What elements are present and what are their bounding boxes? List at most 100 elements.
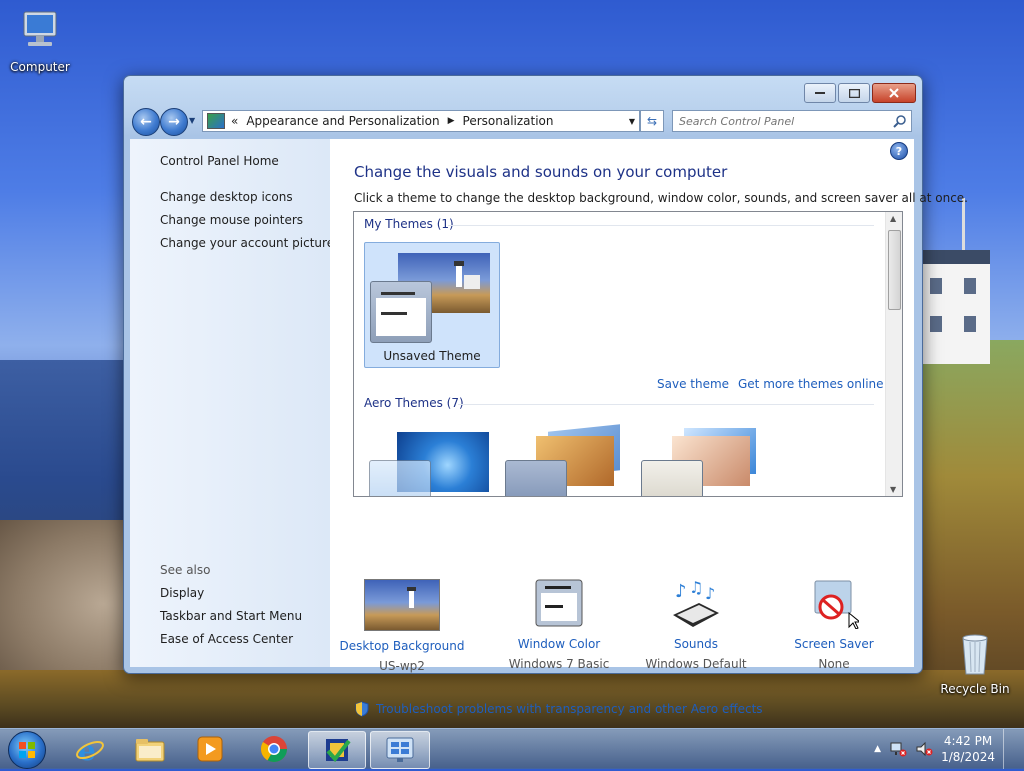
breadcrumb-separator-icon[interactable]: ▶ bbox=[448, 116, 455, 126]
svg-text:♫: ♫ bbox=[689, 579, 703, 597]
recycle-bin-icon bbox=[951, 630, 999, 678]
breadcrumb-overflow[interactable]: « bbox=[231, 114, 238, 128]
show-desktop-button[interactable] bbox=[1003, 729, 1016, 769]
taskbar: e ▲ 4:42 PM 1/8/2024 bbox=[0, 728, 1024, 769]
taskbar-checklist-app[interactable] bbox=[308, 731, 366, 769]
left-task-pane: Control Panel Home Change desktop icons … bbox=[130, 139, 334, 667]
search-icon[interactable] bbox=[893, 114, 907, 128]
bottom-item-value: None bbox=[818, 657, 850, 671]
theme-label: Unsaved Theme bbox=[383, 349, 481, 363]
search-box[interactable] bbox=[672, 110, 912, 132]
desktop-background-button[interactable]: Desktop Background US-wp2 bbox=[332, 579, 472, 673]
show-hidden-icons-icon[interactable]: ▲ bbox=[874, 744, 881, 754]
change-mouse-pointers-link[interactable]: Change mouse pointers bbox=[160, 213, 303, 227]
clock[interactable]: 4:42 PM 1/8/2024 bbox=[941, 733, 995, 765]
maximize-icon bbox=[848, 88, 860, 98]
themes-scrollbar[interactable]: ▲ ▼ bbox=[885, 212, 902, 496]
system-tray: ▲ 4:42 PM 1/8/2024 bbox=[874, 729, 1016, 769]
theme-tile-unsaved[interactable]: Unsaved Theme bbox=[364, 242, 500, 368]
sounds-button[interactable]: ♪ ♫ ♪ Sounds Windows Default bbox=[626, 578, 766, 671]
window-color-icon bbox=[535, 579, 583, 629]
address-dropdown-icon[interactable]: ▼ bbox=[629, 117, 635, 126]
desktop-wallpaper-grass bbox=[0, 670, 1024, 730]
bottom-item-value: US-wp2 bbox=[379, 659, 425, 673]
minimize-icon bbox=[815, 92, 825, 94]
theme-tile-windows7[interactable] bbox=[364, 422, 498, 496]
clock-time: 4:42 PM bbox=[943, 734, 993, 748]
forward-arrow-icon: → bbox=[168, 114, 180, 130]
volume-muted-icon[interactable] bbox=[915, 741, 933, 757]
computer-icon bbox=[16, 8, 64, 56]
scroll-down-icon[interactable]: ▼ bbox=[890, 485, 896, 494]
change-account-picture-link[interactable]: Change your account picture bbox=[160, 236, 334, 250]
control-panel-home-link[interactable]: Control Panel Home bbox=[160, 154, 279, 168]
bottom-item-label: Window Color bbox=[517, 637, 601, 651]
window-color-button[interactable]: Window Color Windows 7 Basic bbox=[489, 579, 629, 671]
breadcrumb-appearance[interactable]: Appearance and Personalization bbox=[246, 114, 439, 128]
main-content: ? Change the visuals and sounds on your … bbox=[330, 139, 968, 717]
forward-button[interactable]: → bbox=[160, 108, 188, 136]
change-desktop-icons-link[interactable]: Change desktop icons bbox=[160, 190, 293, 204]
network-icon[interactable] bbox=[889, 741, 907, 757]
taskbar-media-player[interactable] bbox=[184, 731, 236, 767]
start-button[interactable] bbox=[8, 731, 46, 769]
security-shield-icon bbox=[355, 701, 369, 717]
group-divider bbox=[448, 225, 874, 226]
refresh-icon: ⇆ bbox=[646, 114, 658, 128]
theme-window-preview bbox=[641, 460, 703, 496]
search-input[interactable] bbox=[673, 113, 893, 129]
get-more-themes-link[interactable]: Get more themes online bbox=[738, 377, 884, 391]
screen-saver-button[interactable]: Screen Saver None bbox=[764, 579, 904, 671]
breadcrumb-personalization[interactable]: Personalization bbox=[463, 114, 554, 128]
recent-pages-dropdown[interactable]: ▼ bbox=[189, 116, 195, 125]
desktop-icon-label: Recycle Bin bbox=[940, 682, 1010, 696]
scrollbar-thumb[interactable] bbox=[888, 230, 901, 310]
troubleshoot-link[interactable]: Troubleshoot problems with transparency … bbox=[376, 702, 763, 716]
scroll-up-icon[interactable]: ▲ bbox=[890, 214, 896, 223]
taskbar-file-explorer[interactable] bbox=[124, 731, 176, 767]
checklist-app-icon bbox=[326, 739, 351, 763]
close-button[interactable] bbox=[872, 83, 916, 103]
theme-window-preview bbox=[505, 460, 567, 496]
theme-window-preview bbox=[369, 460, 431, 496]
taskbar-control-panel[interactable] bbox=[370, 731, 430, 769]
my-themes-heading: My Themes (1) bbox=[364, 217, 454, 231]
control-panel-icon bbox=[207, 113, 225, 129]
svg-text:♪: ♪ bbox=[705, 584, 715, 603]
theme-tile-architecture[interactable] bbox=[500, 422, 634, 496]
theme-window-preview bbox=[370, 281, 432, 343]
media-player-icon bbox=[197, 736, 223, 762]
caption-buttons bbox=[804, 83, 916, 103]
window-client-area: Control Panel Home Change desktop icons … bbox=[130, 139, 968, 717]
refresh-button[interactable]: ⇆ bbox=[640, 110, 664, 132]
bottom-item-label: Desktop Background bbox=[339, 639, 465, 653]
sounds-icon: ♪ ♫ ♪ bbox=[669, 578, 723, 629]
address-bar[interactable]: « Appearance and Personalization ▶ Perso… bbox=[202, 110, 640, 132]
theme-tile-characters[interactable] bbox=[636, 422, 770, 496]
bottom-item-label: Screen Saver bbox=[794, 637, 874, 651]
back-button[interactable]: ← bbox=[132, 108, 160, 136]
personalization-window: ← → ▼ « Appearance and Personalization ▶… bbox=[123, 75, 968, 717]
bottom-item-label: Sounds bbox=[673, 637, 719, 651]
close-icon bbox=[889, 88, 899, 98]
desktop-icon-computer[interactable]: Computer bbox=[0, 8, 80, 74]
taskbar-internet-explorer[interactable]: e bbox=[64, 731, 116, 767]
minimize-button[interactable] bbox=[804, 83, 836, 103]
see-also-heading: See also bbox=[160, 563, 211, 577]
desktop-icon-recycle-bin[interactable]: Recycle Bin bbox=[935, 630, 1015, 696]
taskbar-start-menu-link[interactable]: Taskbar and Start Menu bbox=[160, 609, 302, 623]
desktop-wallpaper-lighthouse-house bbox=[920, 250, 990, 364]
windows-logo-icon bbox=[19, 742, 35, 758]
desktop-icon-label: Computer bbox=[10, 60, 70, 74]
save-theme-link[interactable]: Save theme bbox=[657, 377, 729, 391]
ease-of-access-link[interactable]: Ease of Access Center bbox=[160, 632, 293, 646]
aero-themes-heading: Aero Themes (7) bbox=[364, 396, 464, 410]
svg-text:♪: ♪ bbox=[675, 581, 687, 602]
themes-list: My Themes (1) Unsaved Theme Save theme G… bbox=[353, 211, 903, 497]
taskbar-chrome[interactable] bbox=[248, 731, 300, 767]
maximize-button[interactable] bbox=[838, 83, 870, 103]
page-subtitle: Click a theme to change the desktop back… bbox=[354, 191, 968, 205]
display-link[interactable]: Display bbox=[160, 586, 204, 600]
help-button[interactable]: ? bbox=[890, 142, 908, 160]
internet-explorer-icon: e bbox=[76, 734, 104, 764]
